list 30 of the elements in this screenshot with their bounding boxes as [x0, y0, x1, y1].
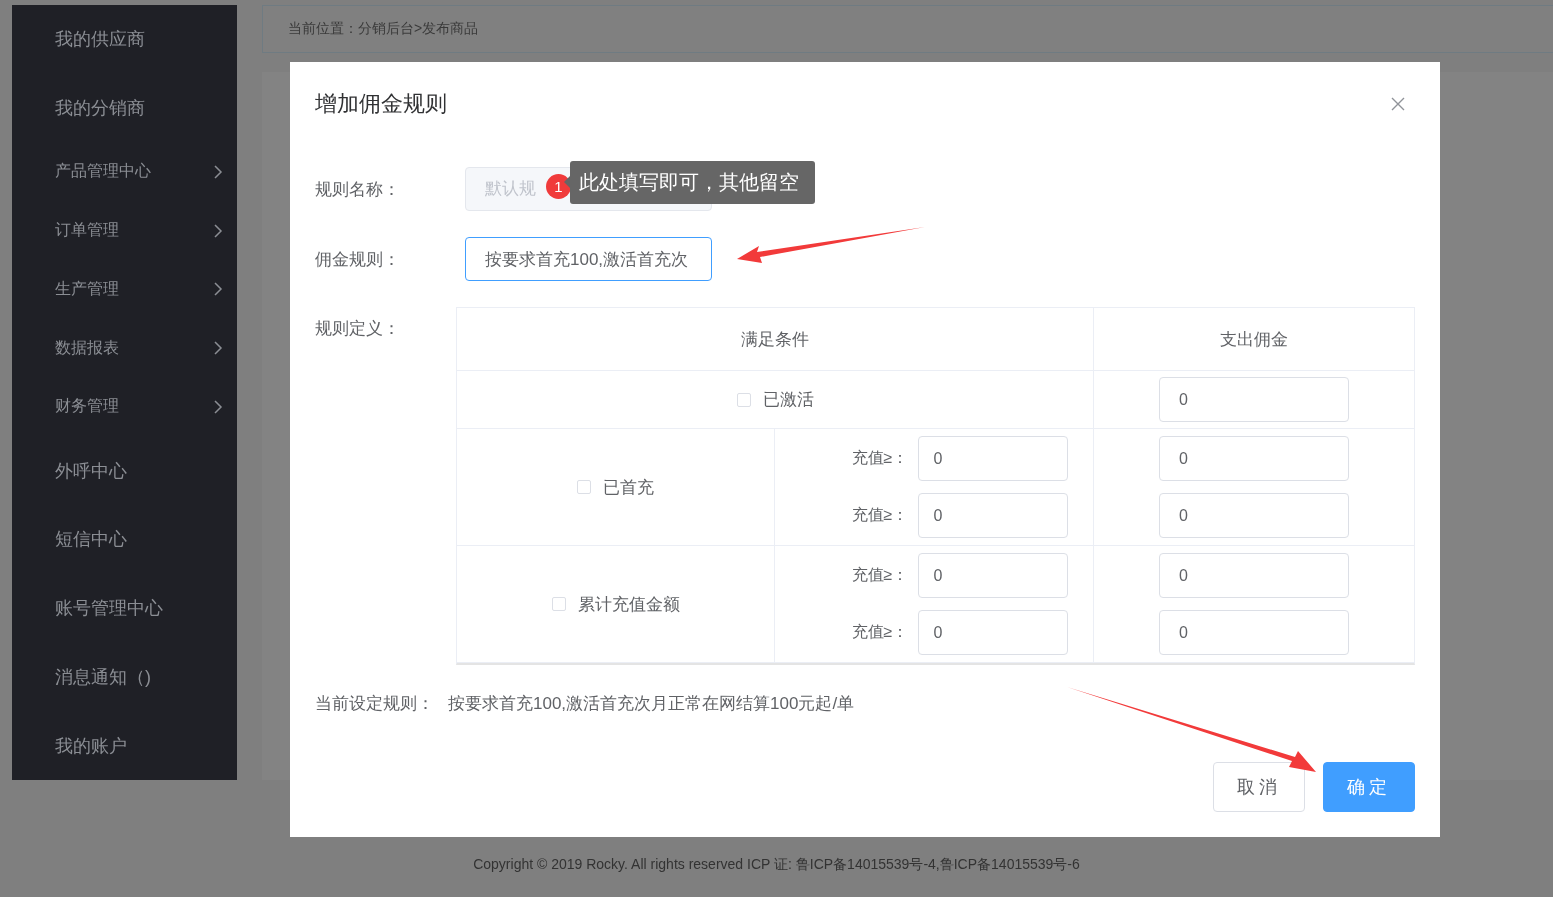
column-header: 满足条件 [457, 308, 1094, 371]
threshold-label: 充值≥： [851, 505, 909, 525]
copyright-text: Copyright © 2019 Rocky. All rights reserved ICP 证: 鲁ICP备14015539号-4,鲁ICP备14015539号-6 [473, 856, 1080, 874]
breadcrumb: 当前位置：分销后台>发布商品 [288, 20, 479, 38]
sidebar-item-label: 我的分销商 [55, 97, 145, 121]
dialog-title: 增加佣金规则 [315, 90, 447, 118]
checkbox-label: 已首充 [603, 476, 654, 499]
field-label: 规则名称： [315, 178, 401, 201]
current-rule-text: 按要求首充100,激活首充次月正常在网结算100元起/单 [448, 693, 855, 715]
sidebar-item-label: 外呼中心 [55, 459, 127, 483]
checkbox-label: 已激活 [762, 389, 814, 411]
sidebar-item-label: 我的供应商 [55, 28, 145, 52]
threshold-label: 充值≥： [851, 622, 909, 642]
sidebar-item-label: 账号管理中心 [55, 597, 163, 621]
sidebar-item-label: 消息通知（) [55, 665, 151, 689]
field-label: 规则定义： [315, 318, 401, 340]
column-header: 支出佣金 [1094, 308, 1414, 371]
sidebar-item-label: 订单管理 [55, 220, 119, 241]
tooltip: 此处填写即可，其他留空 [570, 161, 815, 204]
sidebar-item-label: 数据报表 [55, 337, 119, 358]
sidebar-item-label: 产品管理中心 [55, 161, 151, 182]
sidebar-item-label: 短信中心 [55, 528, 127, 552]
checkbox-label: 累计充值金额 [577, 593, 680, 616]
current-rule-label: 当前设定规则： [315, 693, 434, 715]
threshold-label: 充值≥： [851, 448, 909, 468]
sidebar-item-label: 我的账户 [55, 734, 127, 758]
threshold-label: 充值≥： [851, 565, 909, 585]
sidebar-item-label: 生产管理 [55, 278, 119, 299]
sidebar-item-label: 财务管理 [55, 396, 119, 417]
field-label: 佣金规则： [315, 248, 401, 271]
